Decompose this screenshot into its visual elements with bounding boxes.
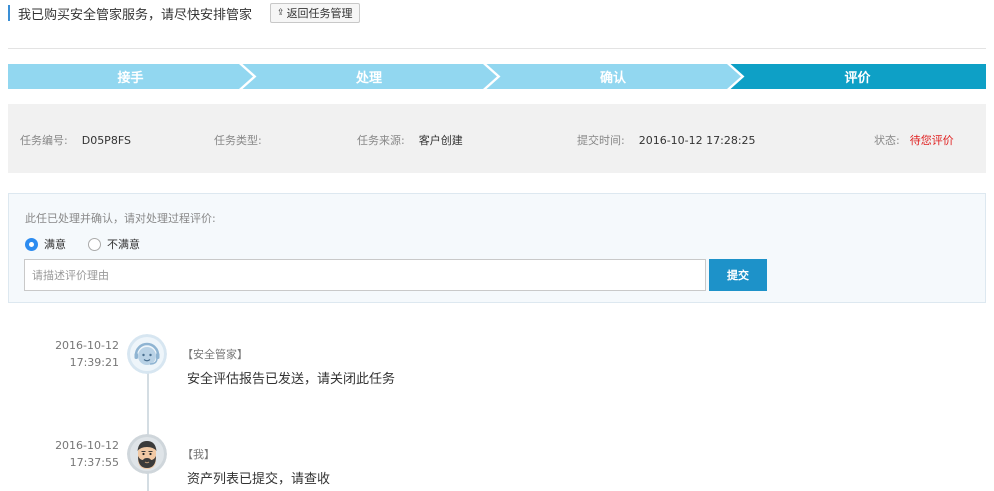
satisfaction-radio-group: 满意 不满意 [25,236,162,252]
radio-unchecked-icon[interactable] [88,237,101,251]
task-source-value: 客户创建 [418,134,463,147]
radio-checked-icon[interactable] [25,237,38,251]
timeline-author: 【安全管家】 [182,348,248,361]
status-label: 状态: [874,134,900,147]
timeline-message: 资产列表已提交，请查收 [187,472,331,487]
timeline-message: 安全评估报告已发送，请关闭此任务 [187,372,396,387]
evaluation-panel: 此任已处理并确认，请对处理过程评价: 满意 不满意 提交 [8,193,986,303]
step-process: 处理 [241,64,497,89]
step-evaluate: 评价 [729,64,986,89]
header-divider [8,48,986,49]
support-agent-avatar-icon [127,334,167,374]
submit-time-value: 2016-10-12 17:28:25 [638,134,756,147]
task-id-value: D05P8FS [81,134,131,147]
timeline-time: 17:37:55 [69,456,119,469]
status-field: 状态: 待您评价 [874,132,954,148]
timeline-author: 【我】 [182,448,215,461]
timeline-date: 2016-10-12 [55,339,119,352]
timeline-timestamp: 2016-10-12 17:39:21 [20,337,119,371]
bearded-user-avatar-icon [127,434,167,474]
radio-option-unsatisfied[interactable]: 不满意 [88,236,140,252]
title-accent-bar [8,5,10,21]
submit-evaluation-button[interactable]: 提交 [709,259,767,291]
radio-label-satisfied: 满意 [44,238,66,251]
timeline-timestamp: 2016-10-12 17:37:55 [20,437,119,471]
timeline-time: 17:39:21 [69,356,119,369]
page-header: 我已购买安全管家服务，请尽快安排管家 ⇪ 返回任务管理 [8,2,360,24]
evaluation-prompt: 此任已处理并确认，请对处理过程评价: [25,212,216,225]
step-accept: 接手 [8,64,253,89]
step-label: 评价 [844,71,871,86]
task-id-label: 任务编号: [20,134,68,147]
step-label: 接手 [117,71,144,86]
evaluation-reason-input[interactable] [24,259,706,291]
radio-label-unsatisfied: 不满意 [107,238,140,251]
submit-time-field: 提交时间: 2016-10-12 17:28:25 [577,132,756,148]
upload-arrow-icon: ⇪ [277,8,285,18]
back-to-task-management-button[interactable]: ⇪ 返回任务管理 [270,3,360,23]
task-type-label: 任务类型: [214,134,262,147]
step-confirm: 确认 [485,64,741,89]
step-label: 处理 [355,71,382,86]
back-button-label: 返回任务管理 [286,7,353,20]
task-source-field: 任务来源: 客户创建 [357,132,463,148]
step-label: 确认 [599,71,626,86]
task-id-field: 任务编号: D05P8FS [20,132,131,148]
task-source-label: 任务来源: [357,134,405,147]
task-type-field: 任务类型: [214,132,276,148]
progress-steps: 接手 处理 确认 评价 [8,64,986,89]
radio-option-satisfied[interactable]: 满意 [25,236,66,252]
submit-time-label: 提交时间: [577,134,625,147]
timeline-date: 2016-10-12 [55,439,119,452]
page-title: 我已购买安全管家服务，请尽快安排管家 [18,7,253,23]
task-info-panel: 任务编号: D05P8FS 任务类型: 任务来源: 客户创建 提交时间: 2016-1… [8,104,986,173]
status-badge: 待您评价 [909,134,954,147]
